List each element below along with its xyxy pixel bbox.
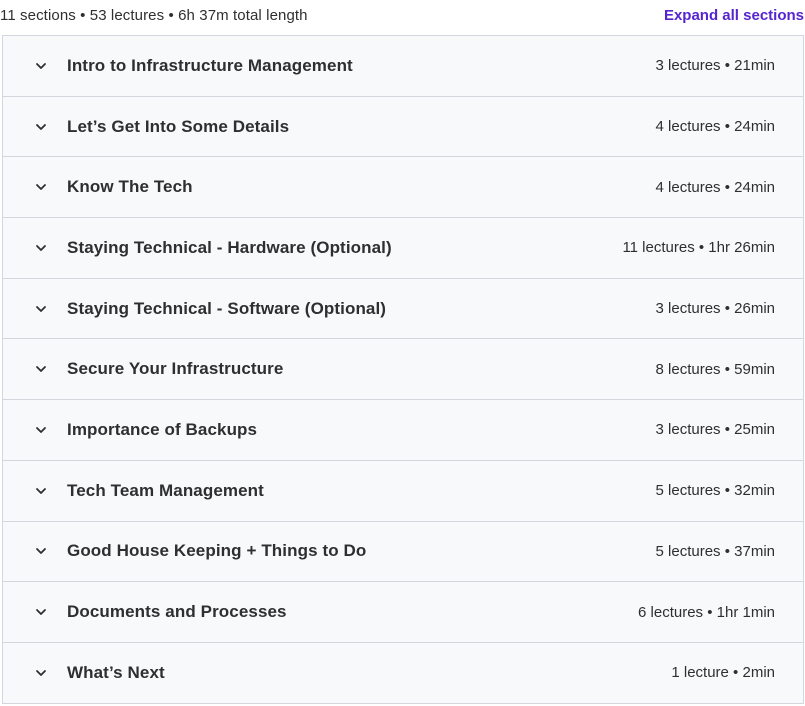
section-meta: 4 lectures • 24min — [655, 178, 775, 196]
chevron-down-icon — [34, 362, 48, 376]
section-meta: 3 lectures • 26min — [655, 300, 775, 318]
section-title: Good House Keeping + Things to Do — [67, 541, 367, 561]
chevron-down-icon — [34, 484, 48, 498]
section-title: Documents and Processes — [67, 602, 287, 622]
chevron-down-icon — [34, 423, 48, 437]
section-row[interactable]: Documents and Processes 6 lectures • 1hr… — [3, 582, 803, 643]
section-meta: 11 lectures • 1hr 26min — [622, 239, 775, 257]
section-meta: 4 lectures • 24min — [655, 118, 775, 136]
section-title: Let’s Get Into Some Details — [67, 116, 290, 136]
section-row[interactable]: Staying Technical - Software (Optional) … — [3, 278, 803, 340]
chevron-down-icon — [34, 59, 48, 73]
section-title: Staying Technical - Hardware (Optional) — [67, 237, 392, 257]
section-title: Tech Team Management — [67, 480, 264, 500]
expand-all-sections-button[interactable]: Expand all sections — [664, 7, 805, 24]
section-meta: 5 lectures • 37min — [655, 542, 775, 560]
section-row[interactable]: Importance of Backups 3 lectures • 25min — [3, 400, 803, 461]
section-title: What’s Next — [67, 662, 165, 682]
section-title: Staying Technical - Software (Optional) — [67, 298, 387, 318]
section-title: Intro to Infrastructure Management — [67, 55, 353, 75]
section-row[interactable]: Know The Tech 4 lectures • 24min — [3, 157, 803, 219]
section-row[interactable]: What’s Next 1 lecture • 2min — [3, 642, 803, 704]
section-meta: 5 lectures • 32min — [655, 482, 775, 500]
chevron-down-icon — [34, 241, 48, 255]
section-title: Importance of Backups — [67, 419, 258, 439]
section-row[interactable]: Intro to Infrastructure Management 3 lec… — [3, 36, 803, 97]
section-meta: 1 lecture • 2min — [671, 664, 775, 682]
course-summary-text: 11 sections • 53 lectures • 6h 37m total… — [0, 6, 308, 24]
chevron-down-icon — [34, 120, 48, 134]
section-row[interactable]: Let’s Get Into Some Details 4 lectures •… — [3, 96, 803, 158]
course-content-panel: 11 sections • 53 lectures • 6h 37m total… — [0, 0, 805, 706]
chevron-down-icon — [34, 302, 48, 316]
section-row[interactable]: Tech Team Management 5 lectures • 32min — [3, 460, 803, 522]
section-title: Know The Tech — [67, 177, 193, 197]
section-meta: 3 lectures • 25min — [655, 421, 775, 439]
section-meta: 6 lectures • 1hr 1min — [638, 603, 775, 621]
section-row[interactable]: Staying Technical - Hardware (Optional) … — [3, 218, 803, 279]
section-row[interactable]: Secure Your Infrastructure 8 lectures • … — [3, 339, 803, 401]
section-list: Intro to Infrastructure Management 3 lec… — [2, 35, 804, 704]
section-meta: 3 lectures • 21min — [655, 57, 775, 75]
course-summary-bar: 11 sections • 53 lectures • 6h 37m total… — [0, 0, 805, 30]
section-title: Secure Your Infrastructure — [67, 359, 284, 379]
chevron-down-icon — [34, 605, 48, 619]
chevron-down-icon — [34, 180, 48, 194]
chevron-down-icon — [34, 666, 48, 680]
section-meta: 8 lectures • 59min — [655, 360, 775, 378]
chevron-down-icon — [34, 544, 48, 558]
section-row[interactable]: Good House Keeping + Things to Do 5 lect… — [3, 521, 803, 583]
